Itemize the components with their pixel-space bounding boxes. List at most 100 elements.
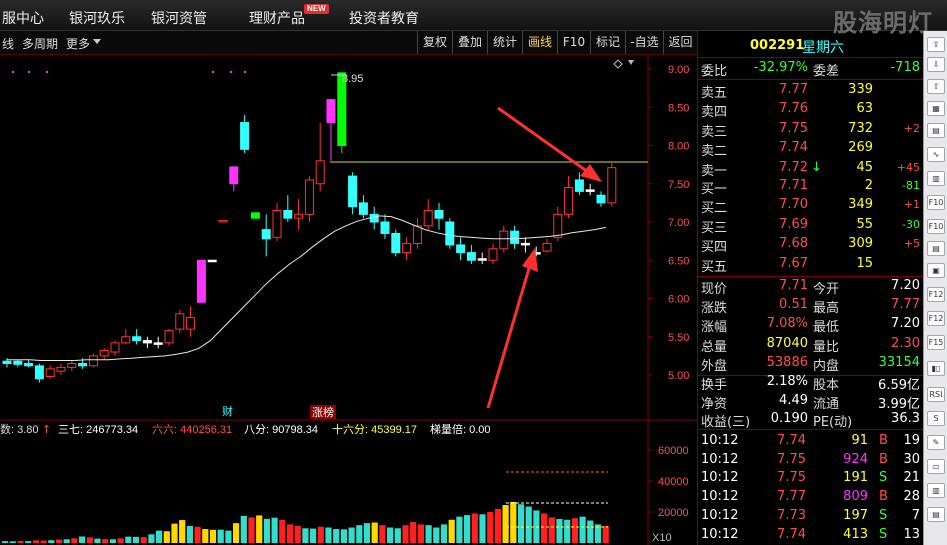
candle[interactable] xyxy=(99,348,109,360)
corner-icons[interactable] xyxy=(613,59,634,69)
candle[interactable] xyxy=(240,114,250,154)
candle[interactable] xyxy=(121,329,131,345)
candle[interactable] xyxy=(466,244,476,265)
candle[interactable] xyxy=(510,225,520,249)
sheet-icon[interactable]: ▤ xyxy=(927,241,945,256)
line-chart-icon[interactable]: ∿ xyxy=(927,147,945,162)
candle[interactable] xyxy=(358,195,368,219)
candle[interactable] xyxy=(88,353,98,368)
volume-bar[interactable] xyxy=(17,540,24,543)
volume-bar[interactable] xyxy=(186,525,193,543)
volume-bar[interactable] xyxy=(40,540,47,543)
layout-icon[interactable]: ▦ xyxy=(927,101,945,116)
candle[interactable] xyxy=(56,363,66,375)
volume-bar[interactable] xyxy=(587,520,594,543)
volume-bar[interactable] xyxy=(79,536,86,543)
f15-icon[interactable]: F15 xyxy=(927,335,945,350)
candle[interactable] xyxy=(283,195,293,222)
volume-bar[interactable] xyxy=(156,530,163,543)
volume-bar[interactable] xyxy=(333,529,340,543)
volume-bar[interactable] xyxy=(541,513,548,543)
volume-bar[interactable] xyxy=(171,523,178,543)
candle[interactable] xyxy=(402,237,412,261)
square-icon[interactable]: ▣ xyxy=(927,263,945,278)
candle[interactable] xyxy=(304,176,314,222)
volume-bar[interactable] xyxy=(387,527,394,544)
btn-tongji[interactable]: 统计 xyxy=(487,31,522,54)
volume-bar[interactable] xyxy=(71,538,78,543)
candle[interactable] xyxy=(207,259,217,263)
menu-yinhe-jiule[interactable]: 银河玖乐 xyxy=(69,8,125,28)
volume-bar[interactable] xyxy=(63,539,70,543)
volume-bar[interactable] xyxy=(140,537,147,543)
btn-zixuan[interactable]: -自选 xyxy=(625,31,663,54)
candle[interactable] xyxy=(229,166,239,192)
volume-bar[interactable] xyxy=(433,527,440,544)
kline-chart[interactable]: 9.00 8.50 8.00 7.50 7.00 6.50 6.00 5.50 5.00 8.9… xyxy=(0,55,697,545)
menu-investor-education[interactable]: 投资者教育 xyxy=(349,8,419,28)
volume-bar[interactable] xyxy=(494,508,501,543)
candle[interactable] xyxy=(445,218,455,249)
volume-bar[interactable] xyxy=(479,514,486,543)
candle[interactable] xyxy=(261,214,271,257)
menu-yinhe-ziguan[interactable]: 银河资管 xyxy=(151,8,207,28)
candle[interactable] xyxy=(315,122,325,192)
pencil-icon[interactable]: ✎ xyxy=(927,435,945,450)
annotation-cai[interactable]: 财 xyxy=(222,404,233,418)
volume-bar[interactable] xyxy=(371,522,378,543)
volume-bar[interactable] xyxy=(102,539,109,543)
candle[interactable] xyxy=(412,218,422,249)
volume-bar[interactable] xyxy=(456,516,463,543)
volume-bar[interactable] xyxy=(294,525,301,543)
diamond-icon[interactable] xyxy=(613,59,623,69)
volume-bar[interactable] xyxy=(286,524,294,543)
book-icon[interactable]: ▤ xyxy=(927,507,945,522)
volume-bar[interactable] xyxy=(394,528,401,543)
grid-icon[interactable]: ▤ xyxy=(927,123,945,138)
candle[interactable] xyxy=(250,212,260,219)
candle[interactable] xyxy=(175,309,185,333)
menu-service-center[interactable]: 服中心 xyxy=(2,8,44,28)
volume-bar[interactable] xyxy=(179,520,186,543)
candle[interactable] xyxy=(110,340,120,356)
btn-diejia[interactable]: 叠加 xyxy=(452,31,487,54)
volume-bar[interactable] xyxy=(348,527,355,544)
volume-bar[interactable] xyxy=(225,530,232,543)
candle[interactable] xyxy=(488,243,498,265)
volume-bar[interactable] xyxy=(517,504,525,543)
candle[interactable] xyxy=(294,199,304,230)
screen-icon[interactable]: ▭ xyxy=(927,459,945,474)
candle[interactable] xyxy=(542,238,552,253)
candle[interactable] xyxy=(596,191,606,207)
volume-bar[interactable] xyxy=(417,524,424,543)
candle[interactable] xyxy=(423,199,433,230)
candle[interactable] xyxy=(585,183,595,196)
btn-huaxian[interactable]: 画线 xyxy=(522,31,557,54)
volume-bar[interactable] xyxy=(163,531,170,543)
btn-fanhui[interactable]: 返回 xyxy=(663,31,697,54)
volume-bar[interactable] xyxy=(379,525,386,543)
candle[interactable] xyxy=(164,329,174,346)
toolbar-multi-period[interactable]: 多周期 xyxy=(22,35,58,52)
toolbar-more[interactable]: 更多 xyxy=(66,35,90,52)
candle[interactable] xyxy=(196,259,206,303)
volume-bar[interactable] xyxy=(356,525,363,543)
menu-licai-chanpin[interactable]: 理财产品 xyxy=(249,8,305,28)
volume-bar[interactable] xyxy=(55,539,63,543)
volume-bar[interactable] xyxy=(448,519,455,543)
volume-bar[interactable] xyxy=(233,523,240,543)
volume-bar[interactable] xyxy=(248,517,255,543)
volume-bar[interactable] xyxy=(217,529,224,543)
volume-bar[interactable] xyxy=(209,529,217,543)
volume-bar[interactable] xyxy=(310,528,317,543)
volume-bar[interactable] xyxy=(202,529,209,543)
candle[interactable] xyxy=(380,214,390,239)
volume-bar[interactable] xyxy=(240,515,247,543)
volume-bar[interactable] xyxy=(464,515,471,543)
volume-bar[interactable] xyxy=(548,517,555,543)
volume-bar[interactable] xyxy=(502,505,509,543)
toolbar-line[interactable]: 线 xyxy=(2,35,14,52)
candle[interactable] xyxy=(520,237,530,253)
annotation-zhangbang[interactable]: 涨榜 xyxy=(312,405,334,419)
volume-bar[interactable] xyxy=(109,539,116,543)
